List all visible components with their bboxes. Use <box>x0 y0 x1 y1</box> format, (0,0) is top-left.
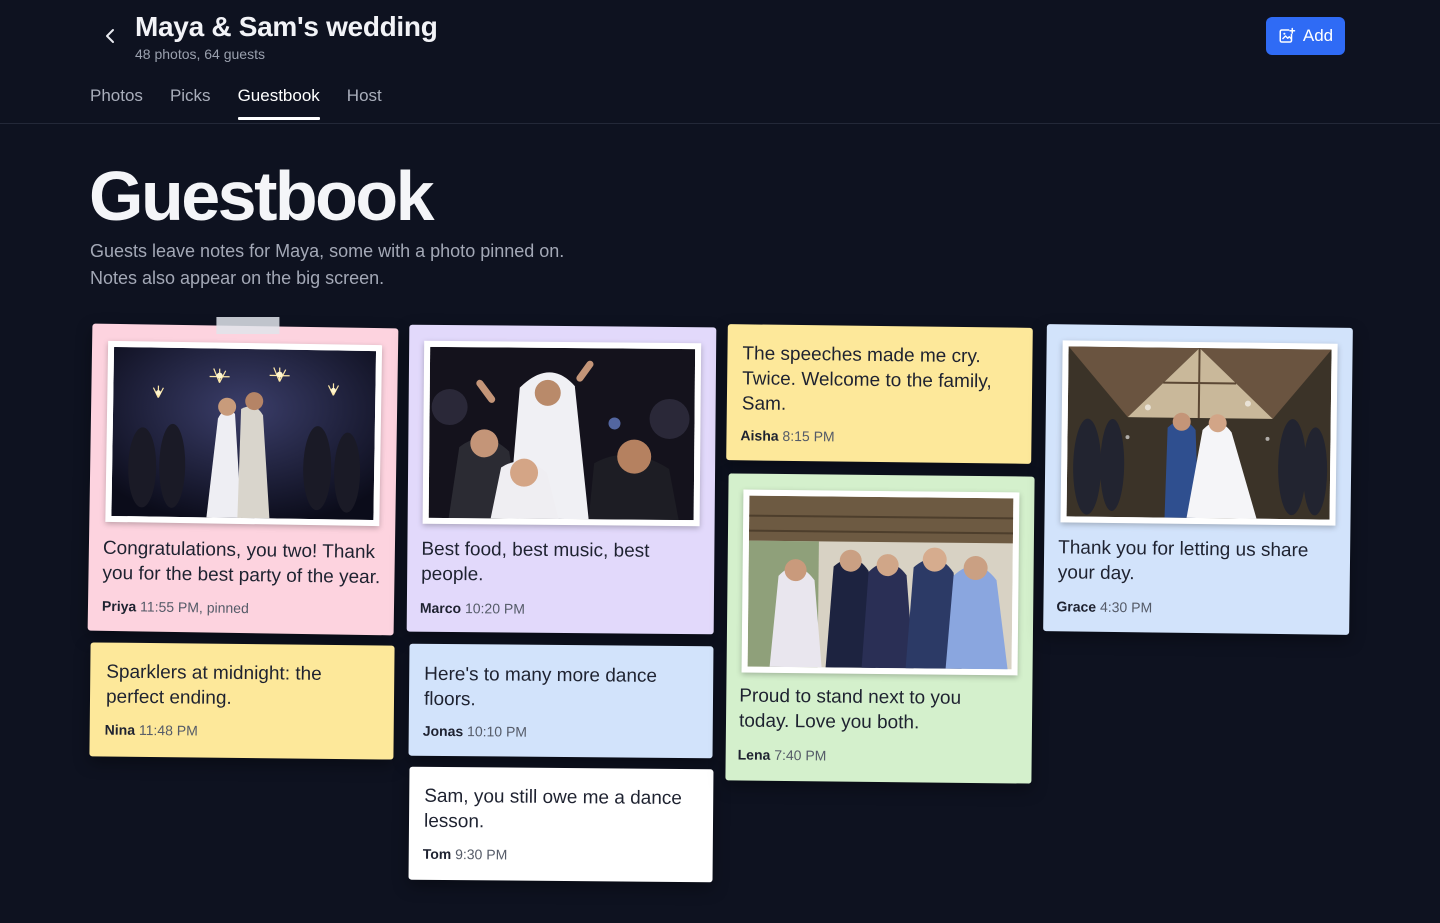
note-message: Here's to many more dance floors. <box>423 663 658 711</box>
guestbook-note[interactable]: Here's to many more dance floors. Jonas … <box>408 643 714 759</box>
guestbook-note[interactable]: The speeches made me cry. Twice. Welcome… <box>726 324 1033 464</box>
guestbook-note[interactable]: Congratulations, you two! Thank you for … <box>87 317 399 636</box>
bubble-exit-photo <box>1060 340 1338 526</box>
sparkler-send-off-photo <box>105 340 383 527</box>
add-button[interactable]: Add <box>1266 17 1345 55</box>
note-author: Priya <box>101 597 137 615</box>
guestbook-note[interactable]: Proud to stand next to you today. Love y… <box>725 473 1035 784</box>
tab-bar: Photos Picks Guestbook Host <box>90 86 409 120</box>
note-meta: Tom 9:30 PM <box>423 846 508 863</box>
note-author: Jonas <box>422 722 464 740</box>
tab-guestbook[interactable]: Guestbook <box>237 86 321 120</box>
tab-picks[interactable]: Picks <box>170 86 211 119</box>
top-bar: Maya & Sam's wedding 48 photos, 64 guest… <box>0 0 1440 124</box>
note-time: 11:48 PM <box>138 721 198 739</box>
note-author: Aisha <box>740 427 779 444</box>
guestbook-note[interactable]: Thank you for letting us share your day.… <box>1043 324 1353 635</box>
add-button-label: Add <box>1302 26 1334 45</box>
description-line-2: Notes also appear on the big screen. <box>90 268 385 288</box>
note-time: 10:20 PM <box>464 600 526 617</box>
page-description: Guests leave notes for Maya, some with a… <box>90 238 650 292</box>
note-time: 9:30 PM <box>455 846 508 863</box>
note-message: Sparklers at midnight: the perfect endin… <box>105 661 322 709</box>
guestbook-note[interactable]: Sparklers at midnight: the perfect endin… <box>89 642 395 760</box>
description-line-1: Guests leave notes for Maya, some with a… <box>90 241 565 261</box>
note-message: Thank you for letting us share your day. <box>1057 537 1309 585</box>
note-message: Congratulations, you two! Thank you for … <box>102 537 381 589</box>
note-author: Tom <box>422 845 452 863</box>
note-author: Lena <box>737 746 771 763</box>
page-title: Guestbook <box>89 157 435 235</box>
note-time: 11:55 PM, pinned <box>140 598 249 617</box>
add-photo-icon <box>1279 27 1296 43</box>
note-author: Nina <box>104 721 136 738</box>
note-meta: Lena 7:40 PM <box>738 747 827 764</box>
note-time: 10:10 PM <box>467 723 528 740</box>
note-message: Proud to stand next to you today. Love y… <box>738 685 962 734</box>
dance-floor-photo <box>422 340 702 527</box>
note-author: Grace <box>1056 598 1097 615</box>
bridesmaids-photo <box>741 489 1020 676</box>
event-subtitle: 48 photos, 64 guests <box>135 46 265 62</box>
note-time: 7:40 PM <box>774 746 827 764</box>
note-meta: Marco 10:20 PM <box>420 600 525 617</box>
tab-photos[interactable]: Photos <box>90 86 143 119</box>
note-meta: Grace 4:30 PM <box>1056 598 1152 615</box>
note-time: 4:30 PM <box>1099 598 1153 616</box>
back-button[interactable] <box>98 24 122 48</box>
note-author: Marco <box>419 599 462 617</box>
tab-host[interactable]: Host <box>347 86 382 119</box>
guestbook-note[interactable]: Best food, best music, best people. Marc… <box>406 324 717 635</box>
chevron-left-icon <box>106 29 114 43</box>
note-time: 8:15 PM <box>782 427 835 445</box>
note-message: Best food, best music, best people. <box>421 538 650 586</box>
note-message: Sam, you still owe me a dance lesson. <box>423 785 683 833</box>
event-title: Maya & Sam's wedding <box>135 11 438 42</box>
note-meta: Aisha 8:15 PM <box>740 427 834 444</box>
note-meta: Nina 11:48 PM <box>105 722 198 739</box>
note-meta: Priya 11:55 PM, pinned <box>102 598 249 616</box>
note-message: The speeches made me cry. Twice. Welcome… <box>741 343 992 415</box>
guestbook-note[interactable]: Sam, you still owe me a dance lesson. To… <box>408 766 714 883</box>
note-meta: Jonas 10:10 PM <box>423 723 527 740</box>
tape-strip <box>216 317 280 335</box>
